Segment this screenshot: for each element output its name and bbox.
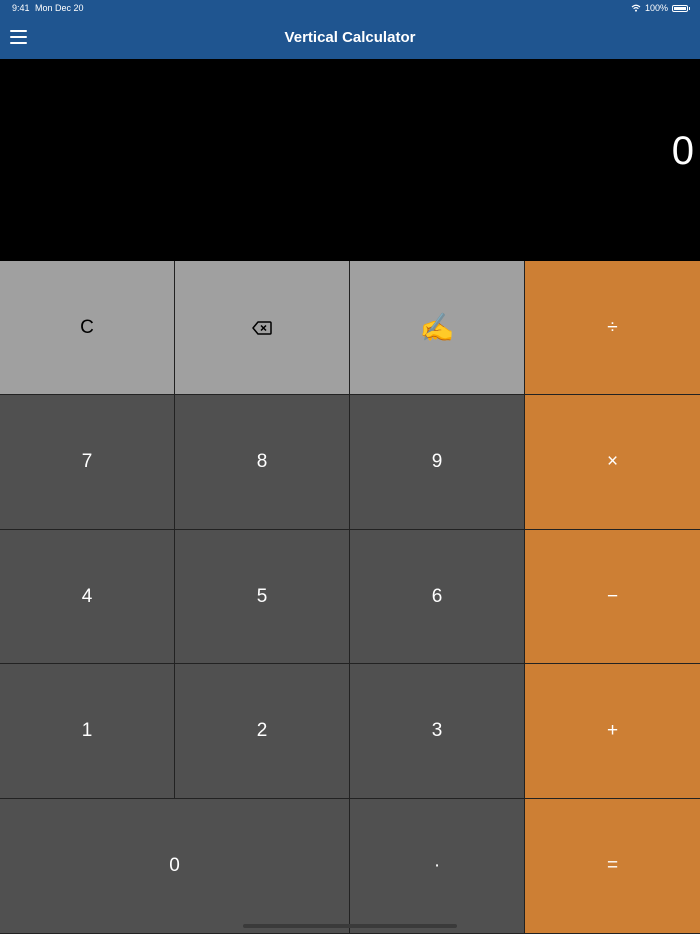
- divide-button[interactable]: ÷: [525, 261, 700, 395]
- digit-6-button[interactable]: 6: [350, 530, 525, 664]
- backspace-button[interactable]: [175, 261, 350, 395]
- wifi-icon: [631, 4, 641, 12]
- digit-3-button[interactable]: 3: [350, 664, 525, 799]
- clear-button[interactable]: C: [0, 261, 175, 395]
- battery-percent: 100%: [644, 3, 668, 13]
- equals-button[interactable]: =: [525, 799, 700, 934]
- display-value: 0: [671, 129, 694, 173]
- digit-9-button[interactable]: 9: [350, 395, 525, 530]
- digit-4-button[interactable]: 4: [0, 530, 175, 664]
- battery-icon: [672, 4, 690, 12]
- handwriting-button[interactable]: ✍️: [350, 261, 525, 395]
- page-title: Vertical Calculator: [284, 29, 416, 46]
- status-time: 9:41: [12, 3, 30, 13]
- status-right: 100%: [631, 3, 690, 13]
- keypad: C ✍️ ÷ 7 8 9 × 4 5 6 − 1 2 3 + 0 · =: [0, 261, 700, 934]
- calculator-display: 0: [0, 59, 700, 261]
- minus-button[interactable]: −: [525, 530, 700, 664]
- digit-0-button[interactable]: 0: [0, 799, 350, 934]
- digit-7-button[interactable]: 7: [0, 395, 175, 530]
- digit-2-button[interactable]: 2: [175, 664, 350, 799]
- digit-5-button[interactable]: 5: [175, 530, 350, 664]
- decimal-button[interactable]: ·: [350, 799, 525, 934]
- backspace-icon: [252, 320, 272, 335]
- digit-8-button[interactable]: 8: [175, 395, 350, 530]
- multiply-button[interactable]: ×: [525, 395, 700, 530]
- plus-button[interactable]: +: [525, 664, 700, 799]
- status-bar: 9:41 Mon Dec 20 100%: [0, 0, 700, 16]
- home-indicator[interactable]: [243, 924, 457, 928]
- digit-1-button[interactable]: 1: [0, 664, 175, 799]
- nav-bar: Vertical Calculator: [0, 16, 700, 59]
- status-date: Mon Dec 20: [35, 3, 84, 13]
